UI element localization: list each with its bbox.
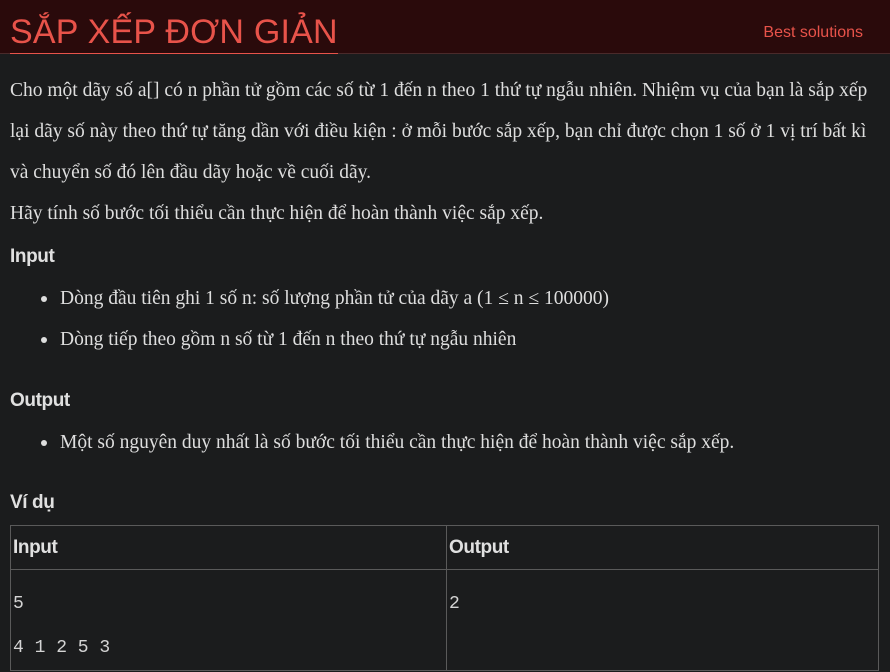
- bullet-icon: [41, 296, 47, 302]
- example-output-cell: 2: [446, 569, 879, 671]
- list-item: Một số nguyên duy nhất là số bước tối th…: [10, 422, 734, 463]
- problem-description: Cho một dãy số a[] có n phần tử gồm các …: [10, 80, 868, 183]
- example-table: Input Output 5 4 1 2 5 3 2: [10, 525, 879, 671]
- bullet-icon: [41, 440, 47, 446]
- example-input-line: 4 1 2 5 3: [13, 638, 111, 658]
- bullet-icon: [41, 337, 47, 343]
- list-item-text: Dòng đầu tiên ghi 1 số n: số lượng phần …: [60, 288, 609, 309]
- list-item: Dòng đầu tiên ghi 1 số n: số lượng phần …: [10, 278, 609, 319]
- output-heading: Output: [10, 390, 70, 411]
- input-heading: Input: [10, 246, 55, 267]
- output-list: Một số nguyên duy nhất là số bước tối th…: [10, 422, 734, 463]
- input-column-header: Input: [10, 525, 447, 570]
- example-input-cell: 5 4 1 2 5 3: [10, 569, 447, 671]
- list-item-text: Dòng tiếp theo gồm n số từ 1 đến n theo …: [60, 329, 517, 350]
- example-heading: Ví dụ: [10, 492, 55, 513]
- example-input-line: 5: [13, 594, 24, 614]
- list-item: Dòng tiếp theo gồm n số từ 1 đến n theo …: [10, 319, 609, 360]
- output-column-header: Output: [446, 525, 879, 570]
- best-solutions-link[interactable]: Best solutions: [763, 24, 863, 42]
- table-row: 5 4 1 2 5 3 2: [10, 569, 879, 671]
- page-title: SẮP XẾP ĐƠN GIẢN: [10, 12, 338, 54]
- input-list: Dòng đầu tiên ghi 1 số n: số lượng phần …: [10, 278, 609, 360]
- list-item-text: Một số nguyên duy nhất là số bước tối th…: [60, 432, 735, 453]
- problem-content: Cho một dãy số a[] có n phần tử gồm các …: [10, 70, 886, 671]
- example-output-line: 2: [449, 594, 460, 614]
- page-header: SẮP XẾP ĐƠN GIẢN Best solutions: [0, 0, 890, 54]
- table-header-row: Input Output: [10, 525, 879, 570]
- problem-task: Hãy tính số bước tối thiểu cần thực hiện…: [10, 203, 544, 224]
